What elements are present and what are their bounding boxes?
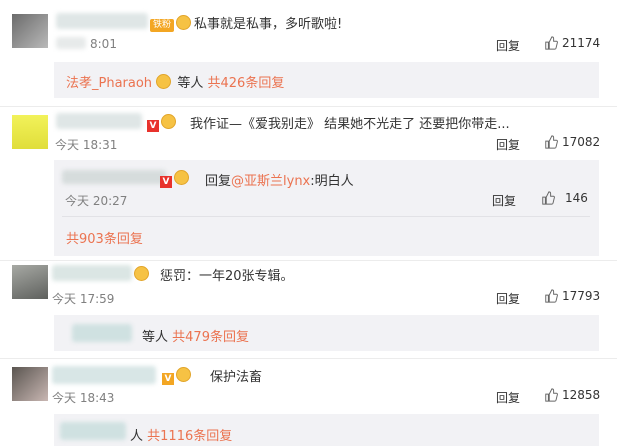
nested-reply-text: 回复@亚斯兰lynx:明白人 (205, 174, 354, 189)
member-badge-icon (156, 74, 172, 89)
comment-time: 今天 17:59 (52, 292, 115, 306)
others-label: 等人 (177, 76, 204, 91)
sub-replies-summary: 人 共1116条回复 (130, 425, 232, 444)
avatar[interactable] (12, 265, 48, 299)
mention-link[interactable]: @亚斯兰lynx (231, 174, 310, 189)
username-blurred[interactable] (56, 13, 148, 29)
nested-reply-time: 今天 20:27 (65, 194, 128, 208)
reply-users-blurred[interactable] (72, 324, 132, 342)
avatar[interactable] (12, 115, 48, 149)
thumbs-up-icon (542, 191, 555, 205)
comment-time: 8:01 (90, 37, 117, 51)
reply-button[interactable]: 回复 (496, 389, 520, 406)
like-count: 12858 (562, 388, 601, 402)
verified-icon: V (147, 120, 159, 132)
username-blurred[interactable] (52, 265, 132, 281)
comment-text: 惩罚：一年20张专辑。 (160, 269, 294, 284)
comment-time: 今天 18:43 (52, 391, 115, 405)
comment-time: 今天 18:31 (55, 138, 118, 152)
reply-count-link[interactable]: 共426条回复 (208, 76, 285, 91)
nested-reply-button[interactable]: 回复 (492, 192, 516, 209)
like-button[interactable]: 17082 (544, 135, 600, 149)
nested-username-blurred[interactable] (62, 170, 166, 184)
username-blurred[interactable] (56, 113, 142, 129)
others-label: 等人 (142, 330, 169, 345)
badges (134, 266, 151, 283)
reply-button[interactable]: 回复 (496, 136, 520, 153)
nested-like-button[interactable]: 146 (541, 191, 588, 205)
avatar[interactable] (12, 367, 48, 401)
like-count: 146 (565, 191, 588, 205)
member-badge-icon (134, 266, 149, 281)
fan-tag: 铁粉 (150, 15, 193, 32)
comment-text: 私事就是私事，多听歌啦! (194, 17, 343, 32)
reply-user-link[interactable]: 法孝_Pharaoh (66, 76, 152, 91)
sub-replies-summary: 法孝_Pharaoh 等人 共426条回复 (66, 72, 284, 91)
reply-button[interactable]: 回复 (496, 290, 520, 307)
member-badge-icon (174, 170, 189, 185)
like-button[interactable]: 21174 (544, 36, 600, 50)
comment-text: 我作证—《爱我别走》 结果她不光走了 还要把你带走... (190, 117, 510, 132)
username-blurred[interactable] (52, 366, 156, 384)
nested-badges: V (160, 170, 191, 188)
reply-count-link[interactable]: 共479条回复 (172, 330, 249, 345)
divider (0, 358, 617, 359)
verified-icon: V (162, 373, 174, 385)
like-count: 17082 (562, 135, 601, 149)
reply-users-blurred[interactable] (60, 422, 126, 440)
like-button[interactable]: 12858 (544, 388, 600, 402)
divider (0, 106, 617, 107)
badges: V (147, 114, 178, 132)
thumbs-up-icon (545, 36, 558, 50)
reply-count-link[interactable]: 共903条回复 (66, 228, 143, 247)
thumbs-up-icon (545, 388, 558, 402)
like-count: 17793 (562, 289, 601, 303)
sub-replies-panel (54, 315, 599, 351)
thumbs-up-icon (545, 135, 558, 149)
sub-replies-summary: 等人 共479条回复 (142, 326, 249, 345)
thumbs-up-icon (545, 289, 558, 303)
others-label: 人 (130, 429, 144, 444)
member-badge-icon (176, 367, 191, 382)
reply-button[interactable]: 回复 (496, 37, 520, 54)
member-badge-icon (176, 15, 192, 30)
divider (0, 260, 617, 261)
member-badge-icon (161, 114, 176, 129)
comment-text: 保护法畜 (210, 370, 263, 385)
like-count: 21174 (562, 36, 601, 50)
nested-divider (62, 216, 590, 217)
badges: V (162, 367, 193, 385)
verified-icon: V (160, 176, 172, 188)
like-button[interactable]: 17793 (544, 289, 600, 303)
avatar[interactable] (12, 14, 48, 48)
reply-count-link[interactable]: 共1116条回复 (147, 429, 232, 444)
time-blurred-prefix (56, 37, 86, 49)
